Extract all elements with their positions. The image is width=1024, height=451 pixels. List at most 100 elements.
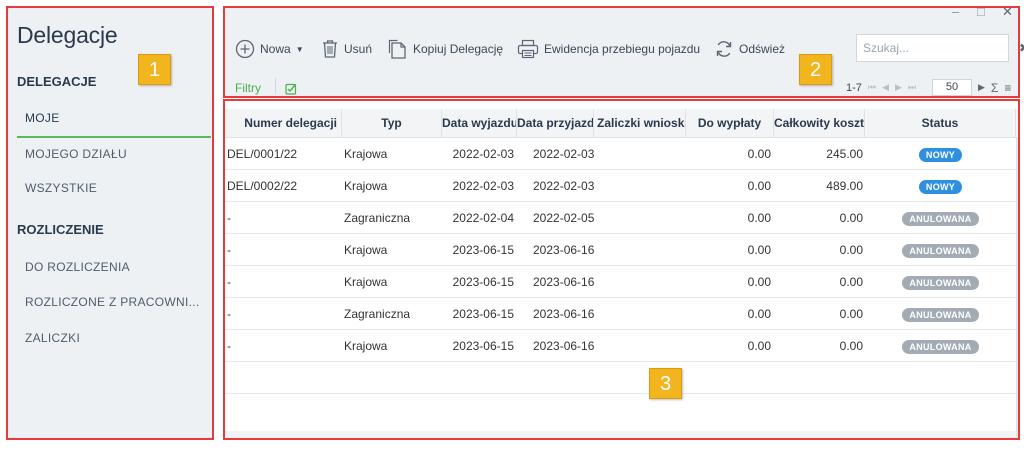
active-nav-indicator — [17, 136, 211, 138]
cell-status: NOWY — [865, 138, 1016, 170]
cell-type: Krajowa — [344, 339, 388, 353]
left-navigation-panel: Delegacje DELEGACJE MOJE MOJEGO DZIAŁU W… — [7, 7, 213, 439]
toolbar-divider — [275, 78, 276, 94]
filters-link[interactable]: Filtry — [235, 81, 261, 95]
copy-delegation-label: Kopiuj Delegację — [413, 42, 504, 56]
toolbar: – □ ✕ Nowa ▼ Usuń Kopiuj Delegację Ewide… — [223, 4, 1024, 100]
table-row[interactable]: DEL/0002/22 Krajowa 2022-02-03 2022-02-03 0.… — [224, 170, 1019, 202]
column-header-total[interactable]: Całkowity koszt — [774, 109, 865, 138]
cell-status: ANULOWANA — [865, 330, 1016, 362]
plus-circle-icon — [235, 39, 255, 59]
delete-button[interactable]: Usuń — [321, 39, 372, 59]
new-button[interactable]: Nowa ▼ — [235, 39, 304, 59]
table-row[interactable]: - Krajowa 2023-06-15 2023-06-16 0.00 0.00 ANUL… — [224, 266, 1019, 298]
status-badge: ANULOWANA — [902, 211, 979, 226]
table-row[interactable]: - Krajowa 2023-06-15 2023-06-16 0.00 0.00 ANUL… — [224, 330, 1019, 362]
status-badge: ANULOWANA — [902, 275, 979, 290]
status-badge: NOWY — [918, 179, 963, 194]
cell-arrival: 2022-02-03 — [533, 179, 594, 193]
nav-item-wszystkie[interactable]: WSZYSTKIE — [25, 181, 97, 195]
cell-number: DEL/0001/22 — [227, 147, 298, 161]
page-size-dropdown-icon[interactable]: ▶ — [978, 82, 985, 93]
column-header-departure[interactable]: Data wyjazdu — [442, 109, 517, 138]
cell-number: DEL/0002/22 — [227, 179, 298, 193]
cell-payout: 0.00 — [747, 179, 771, 193]
cell-type: Krajowa — [344, 147, 388, 161]
delegations-table: Numer delegacji Typ Data wyjazdu Data pr… — [224, 109, 1019, 439]
nav-item-zaliczki[interactable]: ZALICZKI — [25, 331, 80, 345]
cell-total: 0.00 — [839, 339, 863, 353]
nav-item-do-rozliczenia[interactable]: DO ROZLICZENIA — [25, 260, 130, 274]
nav-item-moje[interactable]: MOJE — [25, 111, 60, 125]
app-window: Delegacje DELEGACJE MOJE MOJEGO DZIAŁU W… — [0, 0, 1024, 451]
chevron-down-icon: ▼ — [295, 44, 304, 54]
sum-icon[interactable]: Σ — [991, 81, 998, 95]
cell-status: ANULOWANA — [865, 298, 1016, 330]
clear-search-icon[interactable]: ✖ — [1018, 35, 1024, 61]
empty-row — [224, 362, 1019, 394]
table-row[interactable]: - Krajowa 2023-06-15 2023-06-16 0.00 0.00 ANUL… — [224, 234, 1019, 266]
column-header-advance[interactable]: Zaliczki wnioskowane — [594, 109, 686, 138]
table-row[interactable]: - Zagraniczna 2023-06-15 2023-06-16 0.00 0.00… — [224, 298, 1019, 330]
column-header-payout[interactable]: Do wypłaty — [686, 109, 774, 138]
vertical-scrollbar[interactable] — [1016, 138, 1019, 439]
column-header-number[interactable]: Numer delegacji — [224, 109, 342, 138]
cell-payout: 0.00 — [747, 275, 771, 289]
maximize-icon[interactable]: □ — [977, 4, 985, 19]
first-page-icon[interactable]: ⏮ — [868, 82, 876, 93]
cell-payout: 0.00 — [747, 243, 771, 257]
refresh-button[interactable]: Odśwież — [714, 39, 785, 59]
new-button-label: Nowa — [260, 42, 291, 56]
cell-status: ANULOWANA — [865, 266, 1016, 298]
minimize-icon[interactable]: – — [952, 4, 959, 19]
cell-number: - — [227, 243, 231, 257]
annotation-tag-2: 2 — [799, 54, 832, 85]
horizontal-scrollbar[interactable] — [224, 431, 1016, 439]
cell-advance — [594, 138, 686, 170]
nav-item-rozliczone[interactable]: ROZLICZONE Z PRACOWNI... — [25, 295, 200, 309]
column-header-status[interactable]: Status — [865, 109, 1016, 138]
page-size-input[interactable]: 50 — [931, 79, 972, 96]
cell-arrival: 2023-06-16 — [533, 243, 594, 257]
cell-departure: 2022-02-04 — [452, 211, 514, 225]
column-header-type[interactable]: Typ — [342, 109, 442, 138]
cell-total: 0.00 — [839, 275, 863, 289]
cell-number: - — [227, 275, 231, 289]
table-header: Numer delegacji Typ Data wyjazdu Data pr… — [224, 109, 1019, 138]
table-row[interactable]: - Zagraniczna 2022-02-04 2022-02-05 0.00 0.00… — [224, 202, 1019, 234]
cell-departure: 2023-06-15 — [452, 339, 514, 353]
cell-status: ANULOWANA — [865, 234, 1016, 266]
edit-check-icon[interactable] — [285, 82, 297, 100]
pager: 1-7 ⏮ ◀ ▶ ⏭ 50 ▶ Σ ≡ — [846, 79, 1011, 96]
cell-departure: 2023-06-15 — [452, 307, 514, 321]
cell-type: Krajowa — [344, 179, 388, 193]
section-heading-rozliczenie: ROZLICZENIE — [17, 222, 104, 237]
copy-document-icon — [388, 39, 408, 59]
mileage-register-label: Ewidencja przebiegu pojazdu — [544, 42, 701, 56]
prev-page-icon[interactable]: ◀ — [882, 82, 889, 93]
cell-payout: 0.00 — [747, 339, 771, 353]
table-row[interactable]: DEL/0001/22 Krajowa 2022-02-03 2022-02-03 0.… — [224, 138, 1019, 170]
cell-status: ANULOWANA — [865, 202, 1016, 234]
search-input[interactable] — [857, 35, 1018, 61]
close-icon[interactable]: ✕ — [1002, 4, 1013, 20]
nav-item-mojego-dzialu[interactable]: MOJEGO DZIAŁU — [25, 147, 127, 161]
cell-advance — [594, 298, 686, 330]
empty-row — [224, 394, 1019, 426]
search-box: ✖ ≡ — [856, 34, 1024, 62]
annotation-tag-3: 3 — [649, 368, 682, 399]
copy-delegation-button[interactable]: Kopiuj Delegację — [388, 39, 503, 59]
column-header-arrival[interactable]: Data przyjazdu — [517, 109, 594, 138]
cell-arrival: 2023-06-16 — [533, 339, 594, 353]
refresh-label: Odśwież — [739, 42, 786, 56]
cell-type: Krajowa — [344, 243, 388, 257]
cell-departure: 2023-06-15 — [452, 243, 514, 257]
next-page-icon[interactable]: ▶ — [895, 82, 902, 93]
last-page-icon[interactable]: ⏭ — [908, 82, 916, 93]
mileage-register-button[interactable]: Ewidencja przebiegu pojazdu — [517, 39, 700, 59]
cell-arrival: 2023-06-16 — [533, 275, 594, 289]
pager-range: 1-7 — [846, 81, 862, 94]
cell-total: 0.00 — [839, 243, 863, 257]
cell-payout: 0.00 — [747, 307, 771, 321]
columns-menu-icon[interactable]: ≡ — [1004, 81, 1011, 95]
